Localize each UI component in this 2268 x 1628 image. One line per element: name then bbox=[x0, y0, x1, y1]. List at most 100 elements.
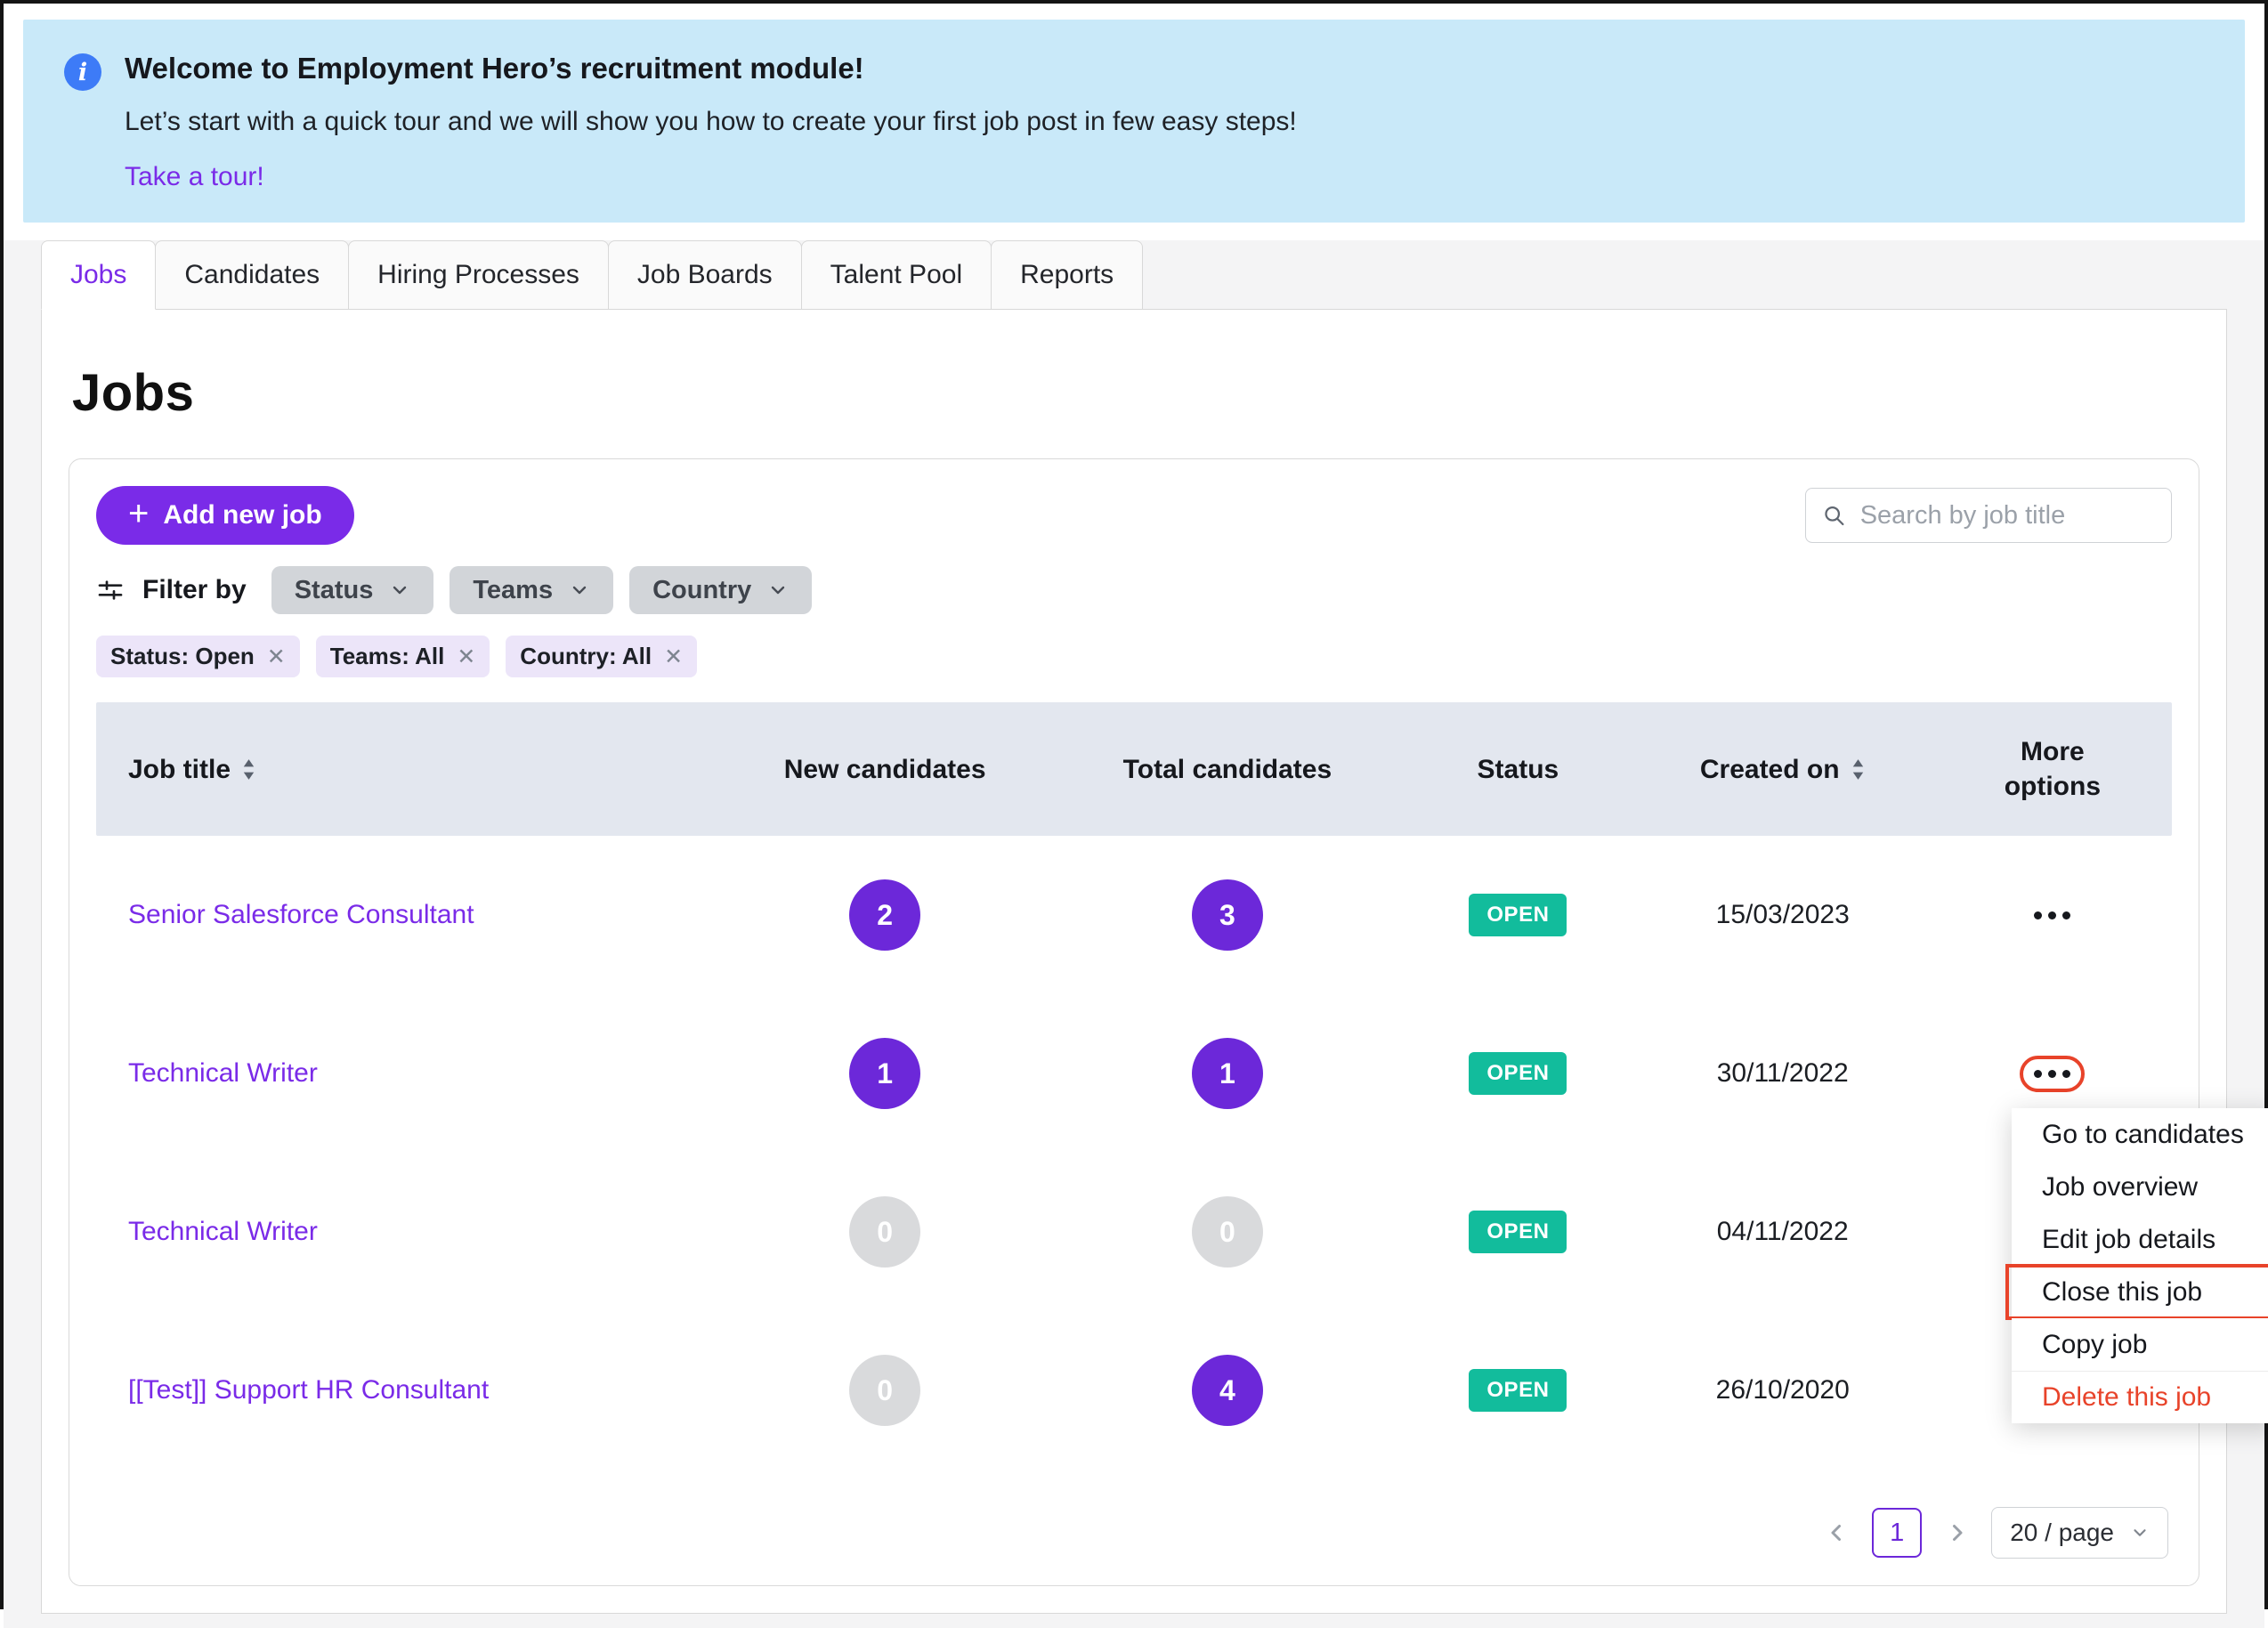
job-title-link[interactable]: [[Test]] Support HR Consultant bbox=[128, 1375, 489, 1405]
status-badge: OPEN bbox=[1469, 1369, 1567, 1412]
filter-row: Filter by Status Teams Country bbox=[96, 566, 2172, 614]
menu-item-go-to-candidates[interactable]: Go to candidates bbox=[2012, 1108, 2268, 1161]
menu-item-close-this-job[interactable]: Close this job bbox=[2005, 1264, 2268, 1320]
plus-icon: + bbox=[128, 494, 150, 533]
main-panel: Jobs + Add new job Search by job title F… bbox=[41, 309, 2268, 1614]
search-box[interactable] bbox=[1805, 488, 2172, 543]
column-header-more-options: More options bbox=[2004, 737, 2102, 801]
chevron-down-icon bbox=[2134, 1529, 2146, 1536]
total-candidates-count[interactable]: 4 bbox=[1191, 1355, 1263, 1426]
table-header: Job title New candidates Total candidates S… bbox=[96, 702, 2172, 836]
filter-chip-label: Country: All bbox=[520, 643, 652, 669]
tab-jobs[interactable]: Jobs bbox=[41, 240, 157, 310]
tab-talent-pool[interactable]: Talent Pool bbox=[800, 240, 992, 310]
search-icon bbox=[1825, 506, 1844, 526]
tab-candidates[interactable]: Candidates bbox=[155, 240, 350, 310]
created-date: 04/11/2022 bbox=[1716, 1217, 1849, 1246]
created-date: 30/11/2022 bbox=[1716, 1058, 1849, 1088]
filter-by-label: Filter by bbox=[142, 575, 247, 604]
filter-chip-label: Status: Open bbox=[110, 643, 255, 669]
total-candidates-count[interactable]: 1 bbox=[1191, 1038, 1263, 1109]
table-row: [[Test]] Support HR Consultant 0 4 OPEN … bbox=[96, 1311, 2172, 1470]
tab-job-boards[interactable]: Job Boards bbox=[607, 240, 802, 310]
table-row: Technical Writer 0 0 OPEN 04/11/2022 bbox=[96, 1153, 2172, 1311]
filter-chip-teams-all: Teams: All ✕ bbox=[315, 636, 490, 677]
page-title: Jobs bbox=[72, 364, 195, 422]
menu-item-copy-job[interactable]: Copy job bbox=[2012, 1318, 2268, 1371]
app-window: { "banner": { "title": "Welcome to Emplo… bbox=[0, 0, 2268, 1628]
add-new-job-label: Add new job bbox=[163, 500, 322, 530]
column-header-new-candidates: New candidates bbox=[783, 754, 986, 784]
more-options-button[interactable] bbox=[2020, 1055, 2086, 1092]
page-size-label: 20 / page bbox=[2010, 1519, 2114, 1546]
filter-chips: Status: Open ✕ Teams: All ✕ Country: All ✕ bbox=[96, 636, 2172, 677]
column-header-status: Status bbox=[1477, 754, 1559, 784]
remove-chip-icon[interactable]: ✕ bbox=[457, 644, 475, 670]
filter-dropdown-label: Status bbox=[294, 575, 374, 604]
banner-subtitle: Let’s start with a quick tour and we wil… bbox=[125, 107, 1297, 136]
sort-icon[interactable] bbox=[1851, 757, 1866, 782]
jobs-table: Job title New candidates Total candidates S… bbox=[96, 702, 2268, 1470]
table-body: Senior Salesforce Consultant 2 3 OPEN 15… bbox=[96, 836, 2268, 1470]
tab-reports[interactable]: Reports bbox=[991, 240, 1144, 310]
page-size-select[interactable]: 20 / page bbox=[1991, 1507, 2168, 1559]
welcome-banner: i Welcome to Employment Hero’s recruitme… bbox=[23, 20, 2245, 223]
job-title-link[interactable]: Senior Salesforce Consultant bbox=[128, 900, 474, 930]
job-title-link[interactable]: Technical Writer bbox=[128, 1217, 318, 1247]
more-options-icon bbox=[2034, 911, 2043, 919]
new-candidates-count[interactable]: 1 bbox=[849, 1038, 921, 1109]
total-candidates-count[interactable]: 3 bbox=[1191, 879, 1263, 951]
remove-chip-icon[interactable]: ✕ bbox=[664, 644, 683, 670]
menu-item-edit-job-details[interactable]: Edit job details bbox=[2012, 1213, 2268, 1266]
more-options-icon bbox=[2034, 1069, 2043, 1078]
filter-dropdown-label: Teams bbox=[473, 575, 554, 604]
pagination: 1 20 / page bbox=[96, 1507, 2172, 1559]
remove-chip-icon[interactable]: ✕ bbox=[267, 644, 286, 670]
current-page[interactable]: 1 bbox=[1872, 1508, 1923, 1558]
table-row: Technical Writer 1 1 OPEN 30/11/2022 Go … bbox=[96, 994, 2268, 1423]
banner-title: Welcome to Employment Hero’s recruitment… bbox=[125, 52, 864, 85]
filter-dropdown-country[interactable]: Country bbox=[629, 566, 813, 614]
info-icon: i bbox=[64, 53, 101, 91]
search-input[interactable] bbox=[1858, 499, 2155, 531]
total-candidates-count[interactable]: 0 bbox=[1191, 1196, 1263, 1268]
take-a-tour-link[interactable]: Take a tour! bbox=[125, 162, 264, 192]
filter-icon bbox=[98, 580, 123, 600]
filter-dropdown-label: Country bbox=[652, 575, 752, 604]
column-header-created-on: Created on bbox=[1632, 752, 1933, 787]
filter-dropdowns: Status Teams Country bbox=[271, 566, 813, 614]
jobs-card: + Add new job Filte bbox=[69, 458, 2268, 1586]
next-page-button[interactable] bbox=[1943, 1519, 1970, 1546]
new-candidates-count[interactable]: 2 bbox=[849, 879, 921, 951]
banner-text: Welcome to Employment Hero’s recruitment… bbox=[125, 52, 1297, 192]
chevron-down-icon bbox=[572, 586, 587, 595]
status-badge: OPEN bbox=[1469, 1211, 1567, 1253]
menu-item-delete-this-job[interactable]: Delete this job bbox=[2012, 1371, 2268, 1423]
new-candidates-count[interactable]: 0 bbox=[849, 1355, 921, 1426]
filter-chip-status-open: Status: Open ✕ bbox=[96, 636, 300, 677]
status-badge: OPEN bbox=[1469, 1052, 1567, 1095]
created-date: 15/03/2023 bbox=[1715, 900, 1850, 929]
tab-hiring-processes[interactable]: Hiring Processes bbox=[348, 240, 609, 310]
sort-icon[interactable] bbox=[241, 757, 256, 782]
filter-chip-label: Teams: All bbox=[329, 643, 445, 669]
chevron-down-icon bbox=[393, 586, 407, 595]
column-header-total-candidates: Total candidates bbox=[1122, 754, 1332, 784]
content-area: Jobs Candidates Hiring Processes Job Boards… bbox=[4, 240, 2268, 1628]
job-title-link[interactable]: Technical Writer bbox=[128, 1058, 318, 1089]
chevron-down-icon bbox=[772, 586, 785, 595]
column-header-job-title: Job title bbox=[96, 752, 719, 787]
table-row: Senior Salesforce Consultant 2 3 OPEN 15… bbox=[96, 836, 2172, 994]
menu-item-job-overview[interactable]: Job overview bbox=[2012, 1161, 2268, 1213]
created-date: 26/10/2020 bbox=[1715, 1375, 1850, 1405]
toolbar: + Add new job bbox=[96, 486, 2172, 545]
filter-dropdown-teams[interactable]: Teams bbox=[450, 566, 614, 614]
filter-dropdown-status[interactable]: Status bbox=[271, 566, 434, 614]
more-options-button[interactable] bbox=[2020, 897, 2085, 934]
add-new-job-button[interactable]: + Add new job bbox=[96, 486, 354, 545]
tab-bar: Jobs Candidates Hiring Processes Job Boards… bbox=[41, 240, 2227, 310]
prev-page-button[interactable] bbox=[1824, 1519, 1851, 1546]
filter-chip-country-all: Country: All ✕ bbox=[506, 636, 698, 677]
new-candidates-count[interactable]: 0 bbox=[849, 1196, 921, 1268]
status-badge: OPEN bbox=[1469, 894, 1567, 936]
